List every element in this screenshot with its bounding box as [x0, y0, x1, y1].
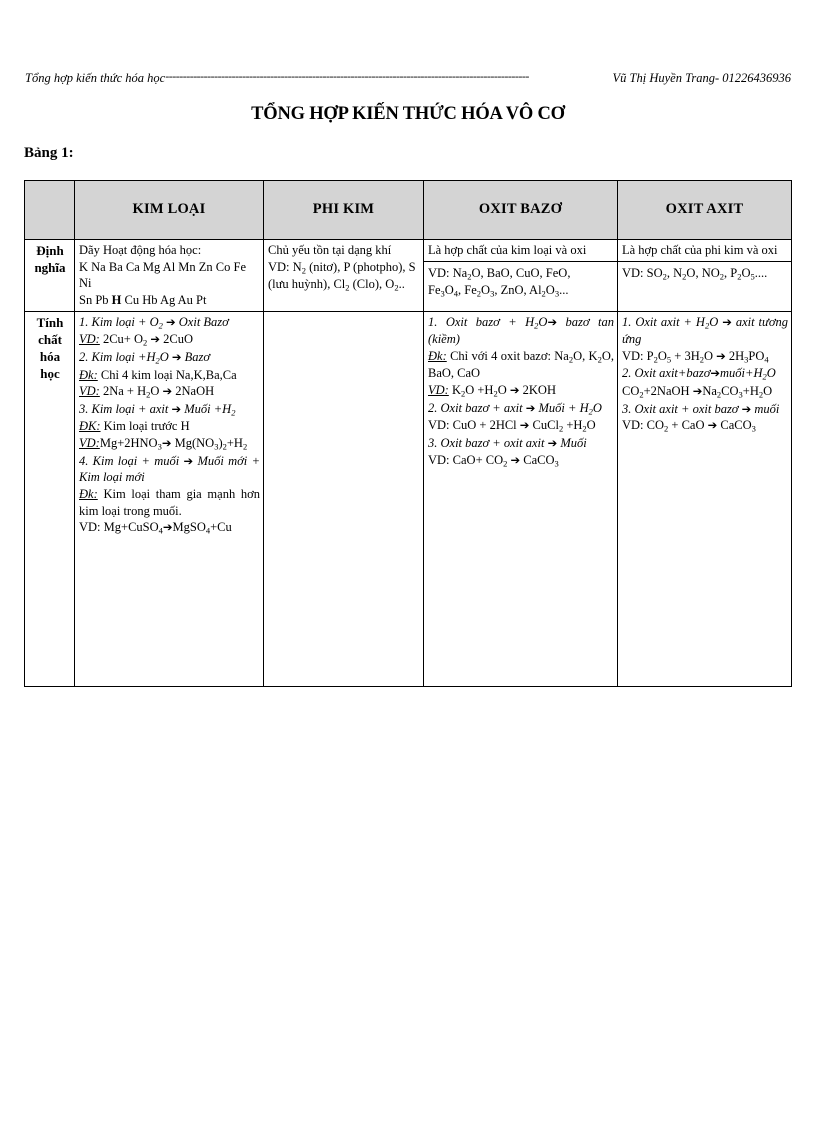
running-header-dot-leader: ----------------------------------------…	[165, 70, 529, 83]
table-caption: Bảng 1:	[24, 145, 74, 161]
cell-dinh-nghia-oxit-bazo: Là hợp chất của kim loại và oxi VD: Na2O…	[423, 239, 618, 312]
table-header-row: KIM LOẠI PHI KIM OXIT BAZƠ OXIT AXIT	[24, 180, 792, 240]
text-line: 1. Kim loại + O2 ➔ Oxit Bazơ	[79, 314, 229, 330]
cell-tinh-chat-phi-kim	[263, 310, 424, 687]
text-line: VD: N2 (nitơ), P (photpho), S	[268, 259, 416, 275]
text-line: 1. Oxit axit + H2O ➔ axit tương ứng	[622, 314, 788, 347]
text-line: 2. Kim loại +H2O ➔ Bazơ	[79, 349, 211, 366]
text-line: CO2+2NaOH ➔Na2CO3+H2O	[622, 384, 773, 400]
table-container: KIM LOẠI PHI KIM OXIT BAZƠ OXIT AXIT Địn…	[24, 180, 792, 687]
document-title: TỔNG HỢP KIẾN THỨC HÓA VÔ CƠ	[251, 104, 565, 124]
row-label-tinh-chat-hoa-hoc: Tính chất hóa học	[24, 310, 75, 687]
text-line: VD: P2O5 + 3H2O ➔ 2H3PO4	[622, 348, 769, 365]
definition-text: Là hợp chất của phi kim và oxi	[618, 240, 791, 262]
text-line: VD: 2Na + H2O ➔ 2NaOH	[79, 384, 215, 400]
text-line: 4. Kim loại + muối ➔ Muối mới + Kim loại…	[79, 453, 260, 485]
cell-tinh-chat-oxit-axit: 1. Oxit axit + H2O ➔ axit tương ứng VD: …	[617, 310, 792, 687]
text-line: 2. Oxit bazơ + axit ➔ Muối + H2O	[428, 400, 602, 417]
running-header-right: Vũ Thị Huyền Trang- 01226436936	[612, 71, 791, 85]
text-line: K Na Ba Ca Mg Al Mn Zn Co Fe Ni	[79, 259, 247, 291]
text-line: VD: K2O +H2O ➔ 2KOH	[428, 383, 556, 399]
text-line: Đk: Kim loại tham gia mạnh hơn kim loại …	[79, 487, 260, 518]
cell-dinh-nghia-phi-kim: Chủ yếu tồn tại dạng khí VD: N2 (nitơ), …	[263, 239, 424, 312]
text-line: 1. Oxit bazơ + H2O➔ bazơ tan (kiềm)	[428, 314, 614, 347]
row-label-dinh-nghia: Định nghĩa	[24, 239, 75, 312]
header-cell-oxit-bazo: OXIT BAZƠ	[423, 180, 618, 240]
text-line: Đk: Chỉ với 4 oxit bazơ: Na2O, K2O, BaO,…	[428, 348, 614, 381]
text-line: Dãy Hoạt động hóa học:	[79, 243, 202, 257]
cell-dinh-nghia-oxit-axit: Là hợp chất của phi kim và oxi VD: SO2, …	[617, 239, 792, 312]
text-line: VD: Na2O, BaO, CuO, FeO,	[428, 265, 571, 281]
text-line: (lưu huỳnh), Cl2 (Clo), O2..	[268, 277, 405, 293]
header-cell-oxit-axit: OXIT AXIT	[617, 180, 792, 240]
cell-tinh-chat-oxit-bazo: 1. Oxit bazơ + H2O➔ bazơ tan (kiềm) Đk: …	[423, 310, 618, 687]
header-cell-blank	[24, 180, 75, 240]
knowledge-table: KIM LOẠI PHI KIM OXIT BAZƠ OXIT AXIT Địn…	[24, 180, 792, 687]
text-line: Chủ yếu tồn tại dạng khí	[268, 243, 392, 257]
text-line: 3. Oxit axit + oxit bazơ ➔ muối	[622, 401, 780, 416]
cell-dinh-nghia-kim-loai: Dãy Hoạt động hóa học: K Na Ba Ca Mg Al …	[74, 239, 264, 312]
text-line: Fe3O4, Fe2O3, ZnO, Al2O3...	[428, 283, 569, 299]
document-page: Tổng hợp kiến thức hóa học -------------…	[0, 0, 816, 1123]
text-line: VD: CuO + 2HCl ➔ CuCl2 +H2O	[428, 418, 596, 434]
text-line: Sn Pb H Cu Hb Ag Au Pt	[79, 292, 207, 307]
text-line: VD:Mg+2HNO3➔ Mg(NO3)2+H2	[79, 436, 248, 452]
running-header-left: Tổng hợp kiến thức hóa học	[25, 71, 166, 85]
header-cell-kim-loai: KIM LOẠI	[74, 180, 264, 240]
example-block: VD: SO2, N2O, NO2, P2O5....	[622, 264, 788, 283]
text-line: Đk: Chỉ 4 kim loại Na,K,Ba,Ca	[79, 367, 237, 382]
text-line: ĐK: Kim loại trước H	[79, 419, 190, 434]
text-line: VD: CO2 + CaO ➔ CaCO3	[622, 418, 756, 434]
text-line: 3. Kim loại + axit ➔ Muối +H2	[79, 401, 236, 418]
cell-tinh-chat-kim-loai: 1. Kim loại + O2 ➔ Oxit Bazơ VD: 2Cu+ O2…	[74, 310, 264, 687]
running-header: Tổng hợp kiến thức hóa học -------------…	[25, 70, 791, 86]
example-block: VD: Na2O, BaO, CuO, FeO, Fe3O4, Fe2O3, Z…	[428, 264, 614, 300]
table-row: Định nghĩa Dãy Hoạt động hóa học: K Na B…	[24, 239, 792, 312]
text-line: VD: Mg+CuSO4➔MgSO4+Cu	[79, 520, 232, 536]
header-cell-phi-kim: PHI KIM	[263, 180, 424, 240]
text-line: VD: CaO+ CO2 ➔ CaCO3	[428, 452, 559, 469]
text-line: VD: 2Cu+ O2 ➔ 2CuO	[79, 332, 194, 348]
text-line: 2. Oxit axit+bazơ➔muối+H2O	[622, 366, 776, 382]
text-line: 3. Oxit bazơ + oxit axit ➔ Muối	[428, 436, 587, 451]
table-row: Tính chất hóa học 1. Kim loại + O2 ➔ Oxi…	[24, 310, 792, 687]
definition-text: Là hợp chất của kim loại và oxi	[424, 240, 617, 262]
text-line: VD: SO2, N2O, NO2, P2O5....	[622, 265, 768, 281]
